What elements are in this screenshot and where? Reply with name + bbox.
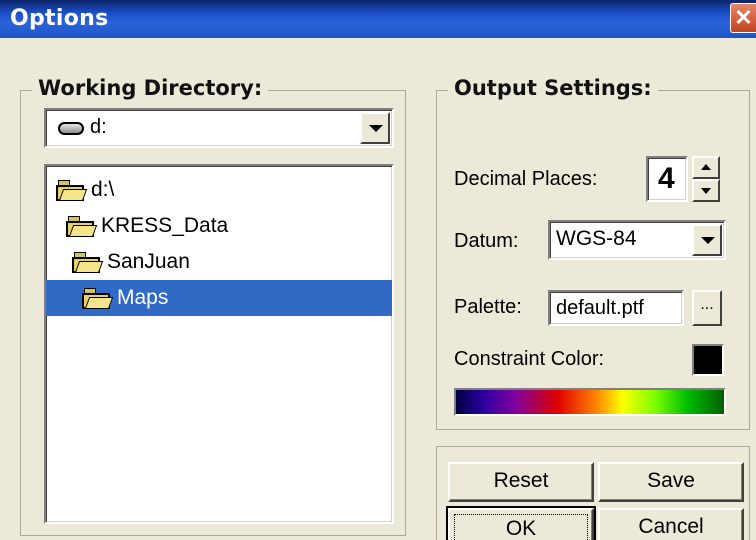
directory-item-label: d:\ (91, 178, 115, 201)
decimal-places-field[interactable]: 4 (646, 156, 688, 202)
output-settings-legend: Output Settings: (448, 76, 658, 100)
open-folder-icon (72, 250, 104, 274)
action-buttons-group: Reset Save OK Cancel (436, 446, 750, 540)
drive-icon (58, 122, 84, 135)
palette-field[interactable]: default.ptf (548, 290, 684, 326)
save-button[interactable]: Save (598, 462, 744, 502)
datum-label: Datum: (454, 230, 519, 252)
drive-dropdown-button[interactable] (360, 112, 390, 144)
palette-gradient-preview (454, 388, 726, 416)
title-bar[interactable]: Options ✕ (0, 0, 756, 38)
constraint-color-label: Constraint Color: (454, 348, 605, 370)
drive-select-value: d: (90, 116, 107, 138)
spinner-up-button[interactable] (692, 156, 720, 179)
close-button[interactable]: ✕ (730, 3, 756, 33)
directory-item-sanjuan[interactable]: SanJuan (72, 244, 190, 280)
working-directory-group: Working Directory: d: d:\ KRESS_Data San… (20, 76, 406, 536)
ok-button-label: OK (454, 514, 588, 540)
directory-item-label: SanJuan (107, 250, 190, 273)
constraint-color-swatch[interactable] (692, 344, 724, 376)
cancel-button[interactable]: Cancel (598, 508, 744, 540)
datum-select[interactable]: WGS-84 (548, 220, 726, 260)
palette-browse-button[interactable]: ... (692, 290, 722, 326)
close-icon: ✕ (734, 5, 753, 30)
datum-dropdown-button[interactable] (692, 224, 722, 256)
working-directory-legend: Working Directory: (32, 76, 269, 100)
directory-item-label: Maps (117, 286, 169, 309)
open-folder-icon (82, 286, 114, 310)
datum-select-value: WGS-84 (556, 227, 637, 250)
open-folder-icon (56, 178, 88, 202)
reset-button[interactable]: Reset (448, 462, 594, 502)
options-dialog: Working Directory: d: d:\ KRESS_Data San… (0, 38, 756, 540)
ok-button[interactable]: OK (446, 506, 596, 540)
decimal-places-value: 4 (658, 162, 675, 195)
palette-label: Palette: (454, 296, 522, 318)
directory-item-root[interactable]: d:\ (56, 172, 114, 208)
spinner-down-button[interactable] (692, 179, 720, 202)
directory-item-label: KRESS_Data (101, 214, 229, 237)
drive-select[interactable]: d: (44, 108, 394, 148)
output-settings-group: Output Settings: Decimal Places: 4 Datum… (436, 76, 750, 430)
palette-value: default.ptf (556, 297, 644, 319)
directory-list[interactable]: d:\ KRESS_Data SanJuan Maps (44, 164, 394, 524)
window-title: Options (10, 6, 109, 31)
open-folder-icon (66, 214, 98, 238)
decimal-places-label: Decimal Places: (454, 168, 598, 190)
directory-item-kress-data[interactable]: KRESS_Data (66, 208, 228, 244)
directory-item-maps[interactable]: Maps (46, 280, 392, 316)
